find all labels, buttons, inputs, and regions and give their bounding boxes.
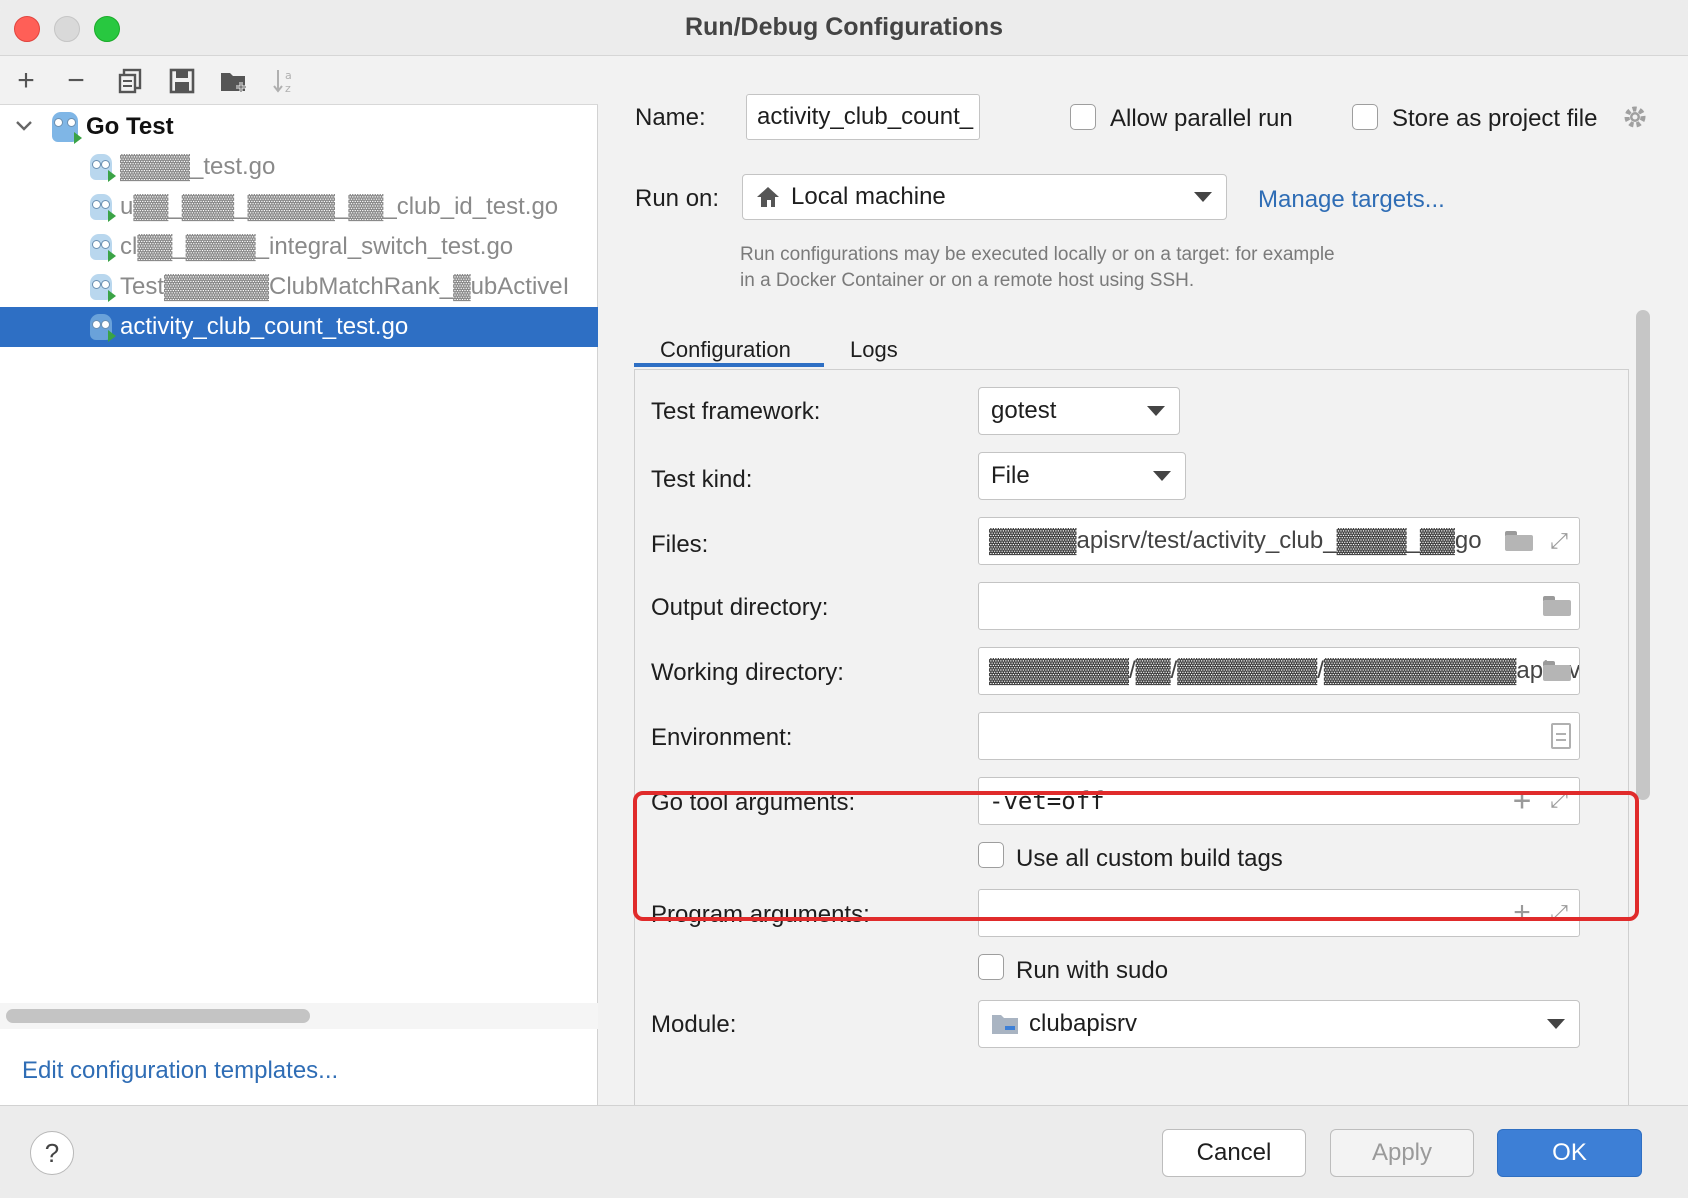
expand-icon[interactable]: ⤢ [1547, 529, 1571, 553]
chevron-down-icon [1147, 406, 1165, 416]
home-icon [757, 187, 779, 207]
configuration-panel: Test framework: gotest Test kind: File F… [634, 369, 1629, 1105]
working-directory-label: Working directory: [651, 659, 844, 686]
test-kind-value: File [991, 462, 1030, 489]
tree-item-label: cl▓▓_▓▓▓▓_integral_switch_test.go [120, 233, 514, 260]
output-directory-label: Output directory: [651, 594, 829, 621]
save-icon[interactable] [166, 65, 198, 97]
go-test-file-icon [90, 194, 116, 222]
add-icon[interactable]: + [10, 65, 42, 97]
name-label: Name: [635, 104, 706, 131]
files-value: ▓▓▓▓▓apisrv/test/activity_club_▓▓▓▓_▓▓go [989, 527, 1482, 554]
document-icon[interactable] [1551, 723, 1571, 749]
chevron-down-icon[interactable] [14, 116, 34, 136]
files-label: Files: [651, 531, 709, 558]
svg-text:z: z [285, 82, 291, 95]
test-framework-label: Test framework: [651, 398, 821, 425]
name-input[interactable]: activity_club_count_ [746, 94, 980, 140]
copy-icon[interactable] [114, 65, 146, 97]
manage-targets-link[interactable]: Manage targets... [1258, 186, 1445, 214]
go-test-file-icon [90, 234, 116, 262]
cancel-button[interactable]: Cancel [1162, 1129, 1306, 1177]
working-directory-value: ▓▓▓▓▓▓▓▓/▓▓/▓▓▓▓▓▓▓▓/▓▓▓▓▓▓▓▓▓▓▓apisrv/t… [989, 657, 1580, 684]
new-folder-icon[interactable] [218, 65, 250, 97]
store-project-checkbox[interactable] [1352, 104, 1378, 130]
tree-item-selected[interactable]: activity_club_count_test.go [0, 307, 598, 347]
run-on-value: Local machine [791, 183, 946, 210]
chevron-down-icon [1547, 1019, 1565, 1029]
tree-item[interactable]: u▓▓_▓▓▓_▓▓▓▓▓_▓▓_club_id_test.go [0, 187, 598, 227]
run-with-sudo-label: Run with sudo [1016, 957, 1169, 984]
output-directory-input[interactable] [978, 582, 1580, 630]
allow-parallel-checkbox[interactable] [1070, 104, 1096, 130]
go-test-file-icon [90, 314, 116, 342]
chevron-down-icon [1153, 471, 1171, 481]
go-test-file-icon [90, 274, 116, 302]
test-kind-label: Test kind: [651, 466, 753, 493]
folder-icon[interactable] [1543, 596, 1571, 616]
configuration-editor: Name: activity_club_count_ Allow paralle… [599, 57, 1688, 1105]
environment-label: Environment: [651, 724, 793, 751]
configurations-sidebar: + − az Go Test ▓▓▓▓_test.go u▓▓_▓▓▓_▓▓▓▓… [0, 57, 598, 1105]
go-test-file-icon [90, 154, 116, 182]
module-label: Module: [651, 1011, 737, 1038]
allow-parallel-label: Allow parallel run [1110, 105, 1293, 132]
highlight-annotation [633, 791, 1639, 921]
tree-item[interactable]: cl▓▓_▓▓▓▓_integral_switch_test.go [0, 227, 598, 267]
tree-item-label: activity_club_count_test.go [120, 313, 409, 340]
edit-templates-link[interactable]: Edit configuration templates... [22, 1057, 338, 1085]
dialog-footer: ? Cancel Apply OK [0, 1105, 1688, 1198]
run-on-dropdown[interactable]: Local machine [742, 174, 1227, 220]
tree-group-go-test[interactable]: Go Test [0, 107, 598, 147]
chevron-down-icon [1194, 192, 1212, 202]
help-button[interactable]: ? [30, 1131, 74, 1175]
test-framework-value: gotest [991, 397, 1057, 424]
tree-item-label: Test▓▓▓▓▓▓ClubMatchRank_▓ubActiveI [120, 273, 570, 300]
module-value: clubapisrv [1029, 1010, 1138, 1037]
run-on-label: Run on: [635, 185, 720, 212]
tree-group-label: Go Test [86, 113, 174, 140]
working-directory-input[interactable]: ▓▓▓▓▓▓▓▓/▓▓/▓▓▓▓▓▓▓▓/▓▓▓▓▓▓▓▓▓▓▓apisrv/t… [978, 647, 1580, 695]
tree-item[interactable]: ▓▓▓▓_test.go [0, 147, 598, 187]
title-bar: Run/Debug Configurations [0, 0, 1688, 56]
horizontal-scrollbar[interactable] [6, 1009, 310, 1023]
run-on-hint-line2: in a Docker Container or on a remote hos… [740, 270, 1195, 291]
store-project-label: Store as project file [1392, 105, 1598, 132]
window-title: Run/Debug Configurations [684, 13, 1004, 41]
folder-icon[interactable] [1505, 531, 1533, 551]
test-kind-dropdown[interactable]: File [978, 452, 1186, 500]
remove-icon[interactable]: − [60, 65, 92, 97]
apply-button[interactable]: Apply [1330, 1129, 1474, 1177]
active-tab-indicator [634, 363, 824, 367]
gear-icon[interactable] [1621, 103, 1649, 131]
go-test-icon [52, 112, 82, 144]
folder-icon[interactable] [1543, 661, 1571, 681]
svg-text:a: a [285, 69, 292, 82]
dialog-window: Run/Debug Configurations + − az Go Test … [0, 0, 1688, 1198]
sidebar-toolbar: + − az [0, 57, 598, 105]
run-on-hint-line1: Run configurations may be executed local… [740, 244, 1335, 265]
sort-icon[interactable]: az [270, 65, 302, 97]
files-input[interactable]: ▓▓▓▓▓apisrv/test/activity_club_▓▓▓▓_▓▓go… [978, 517, 1580, 565]
tree-item[interactable]: Test▓▓▓▓▓▓ClubMatchRank_▓ubActiveI [0, 267, 598, 307]
test-framework-dropdown[interactable]: gotest [978, 387, 1180, 435]
module-dropdown[interactable]: clubapisrv [978, 1000, 1580, 1048]
vertical-scrollbar[interactable] [1636, 310, 1650, 800]
environment-input[interactable] [978, 712, 1580, 760]
tree-item-label: u▓▓_▓▓▓_▓▓▓▓▓_▓▓_club_id_test.go [120, 193, 559, 220]
ok-button[interactable]: OK [1497, 1129, 1642, 1177]
run-with-sudo-checkbox[interactable] [978, 954, 1004, 980]
tab-logs[interactable]: Logs [850, 337, 898, 363]
module-folder-icon [992, 1015, 1018, 1034]
tree-item-label: ▓▓▓▓_test.go [120, 153, 276, 180]
tab-configuration[interactable]: Configuration [660, 337, 791, 363]
